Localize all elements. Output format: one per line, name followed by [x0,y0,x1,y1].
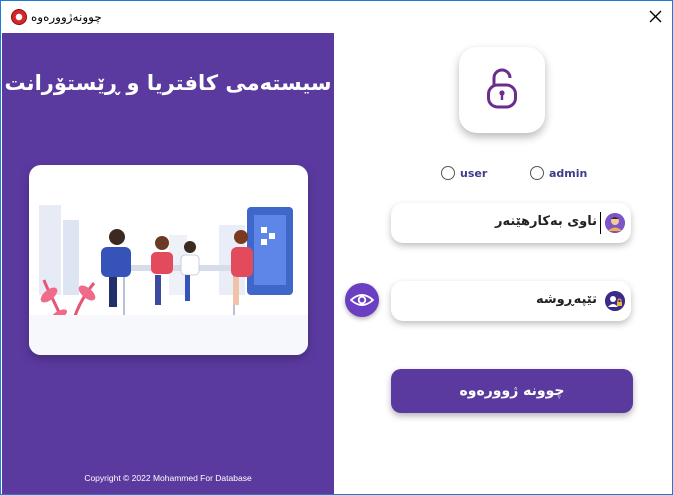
username-placeholder: ناوی بەکارهێنەر [495,214,597,229]
system-title: سیستەمی کافتریا و ڕێستۆرانت [4,71,332,95]
password-field[interactable]: تێپەڕوشە [391,281,631,321]
copyright-text: Copyright © 2022 Mohammed For Database [84,473,252,483]
app-icon [11,9,27,25]
text-caret [600,212,601,234]
user-avatar-icon [605,213,625,233]
role-label-user: user [460,166,488,180]
unlocked-padlock-icon [487,68,517,109]
password-placeholder: تێپەڕوشە [536,292,597,307]
lock-card [459,47,545,133]
login-button[interactable]: چوونە ژوورەوە [391,369,633,413]
radio-circle[interactable] [530,166,544,180]
radio-circle[interactable] [441,166,455,180]
close-button[interactable] [640,1,672,33]
show-password-button[interactable] [345,283,379,317]
title-bar: چوونەژوورەوە [1,1,672,33]
username-field[interactable]: ناوی بەکارهێنەر [391,203,631,243]
eye-icon [350,294,374,306]
login-panel: user admin ناوی بەکارهێنەر تێپەڕوشە چوون… [335,33,672,494]
window-title: چوونەژوورەوە [31,10,102,24]
cafeteria-people-illustration [29,165,308,355]
login-window: چوونەژوورەوە سیستەمی کافتریا و ڕێستۆرانت [0,0,673,495]
close-icon [649,10,662,23]
role-radio-admin[interactable]: admin [530,165,587,181]
branding-panel: سیستەمی کافتریا و ڕێستۆرانت Copyright © … [2,33,334,494]
user-lock-icon [605,291,625,311]
role-radio-user[interactable]: user [441,165,487,181]
role-label-admin: admin [549,166,588,180]
